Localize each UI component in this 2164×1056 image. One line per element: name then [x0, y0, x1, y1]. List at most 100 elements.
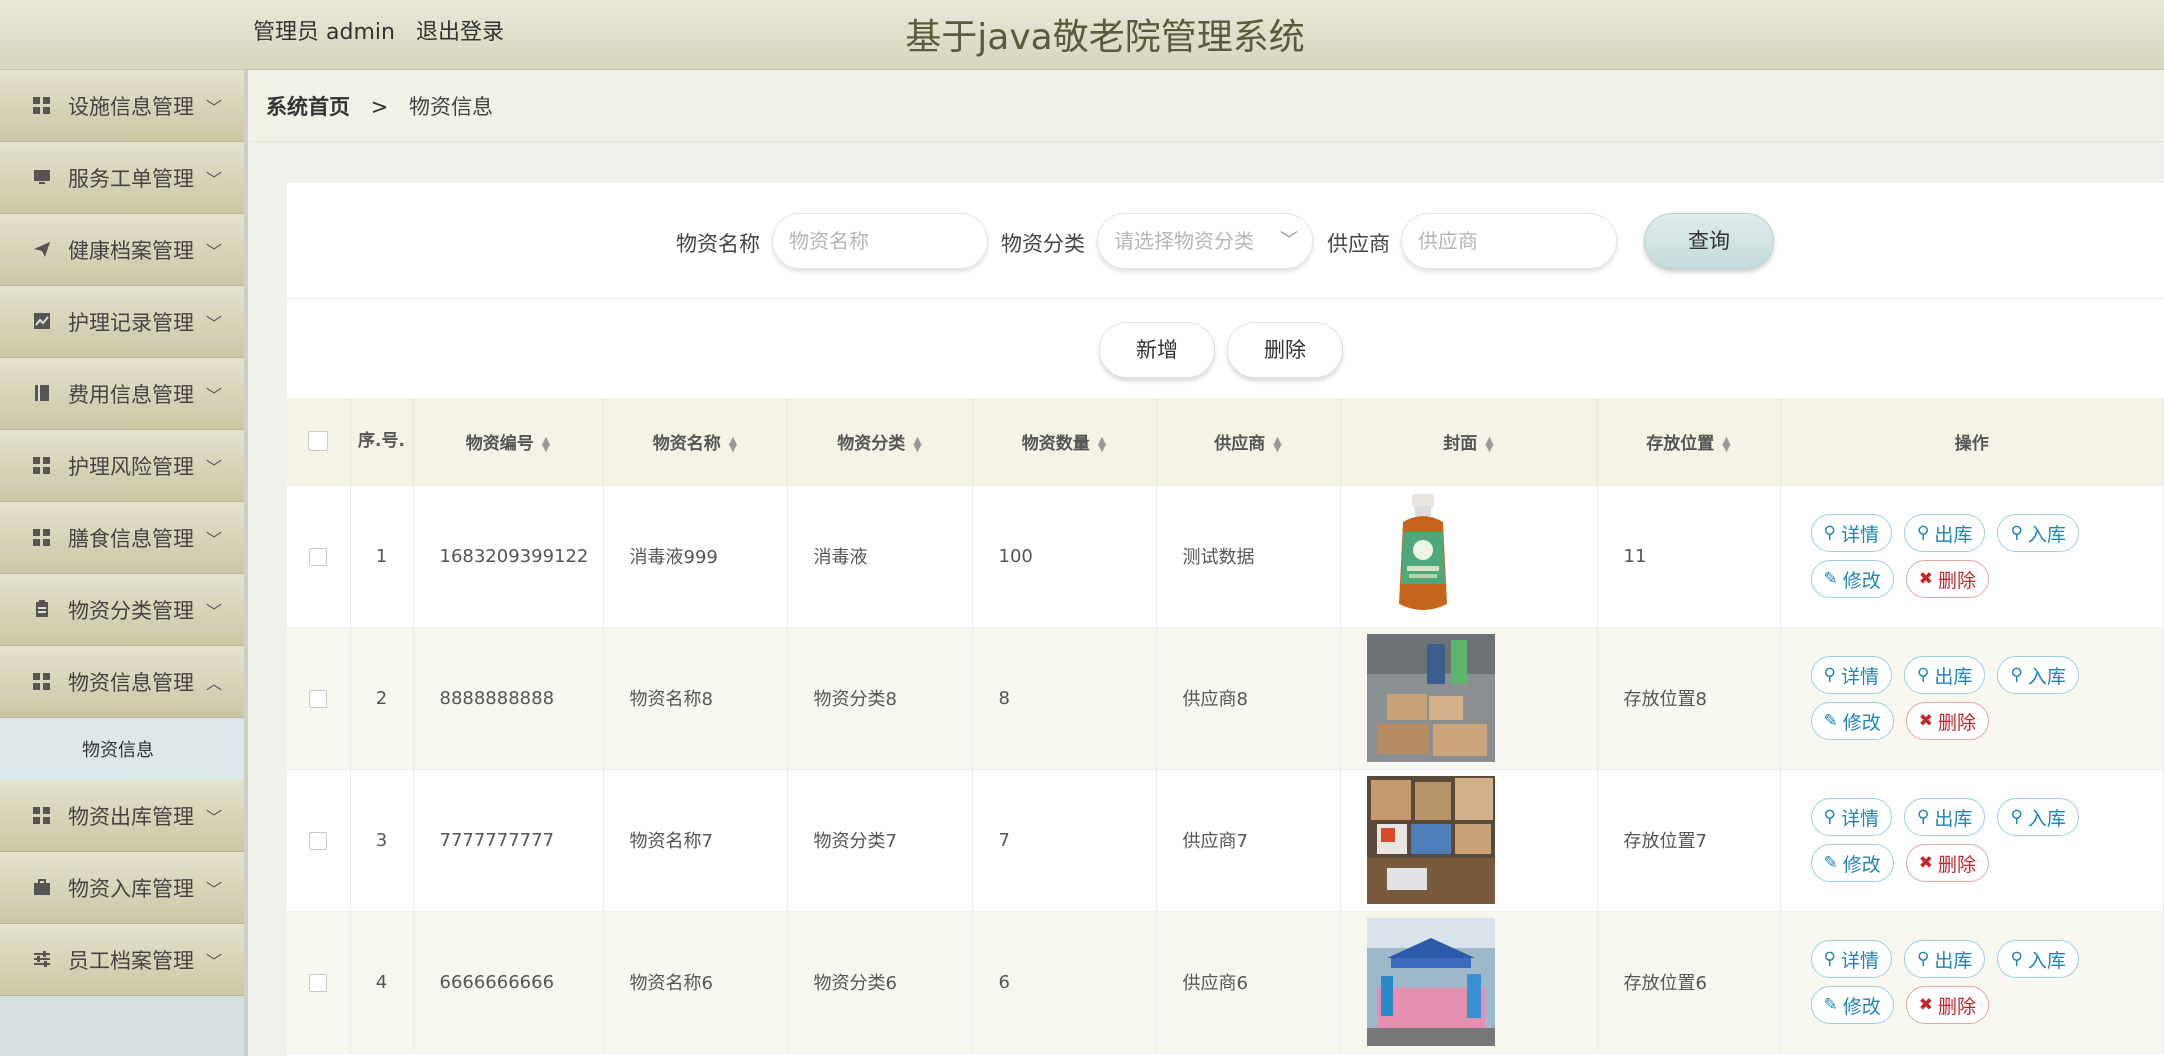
out-button[interactable]: ⚲ 出库: [1903, 656, 1986, 694]
cover-image-boxes-street[interactable]: [1366, 634, 1495, 762]
sidebar-item-staff-record[interactable]: 员工档案管理 ﹀: [0, 924, 244, 996]
chevron-down-icon: ﹀: [206, 602, 223, 621]
sidebar-item-label: 膳食信息管理: [68, 526, 194, 551]
supplier-label: 供应商: [1327, 232, 1390, 256]
sidebar-item-health-record[interactable]: 健康档案管理 ﹀: [0, 214, 244, 286]
grid-icon: [33, 807, 50, 824]
detail-button[interactable]: ⚲ 详情: [1810, 798, 1892, 836]
row-category: 物资分类6: [787, 911, 973, 1054]
col-qty[interactable]: 物资数量 ▲ ▼: [972, 398, 1157, 486]
row-category: 物资分类8: [787, 627, 973, 770]
row-supplier: 供应商6: [1156, 911, 1341, 1054]
delete-button[interactable]: ✖ 删除: [1905, 702, 1990, 740]
col-category[interactable]: 物资分类 ▲ ▼: [787, 398, 973, 486]
out-button[interactable]: ⚲ 出库: [1903, 940, 1986, 978]
sidebar-item-material-category[interactable]: 物资分类管理 ﹀: [0, 574, 244, 646]
col-cover[interactable]: 封面 ▲ ▼: [1340, 398, 1598, 486]
query-button[interactable]: 查询: [1644, 213, 1774, 269]
sidebar-item-nursing-record[interactable]: 护理记录管理 ﹀: [0, 286, 244, 358]
search-icon: ⚲: [2010, 949, 2023, 969]
out-button[interactable]: ⚲ 出库: [1903, 514, 1986, 552]
row-checkbox[interactable]: [309, 831, 328, 850]
sort-icon: ▲ ▼: [1722, 433, 1731, 454]
row-code: 8888888888: [413, 627, 604, 770]
chevron-down-icon: ﹀: [206, 170, 223, 189]
sort-icon: ▲ ▼: [1273, 433, 1282, 454]
col-code[interactable]: 物资编号 ▲ ▼: [413, 398, 604, 486]
in-button[interactable]: ⚲ 入库: [1997, 798, 2079, 836]
select-all-checkbox[interactable]: [308, 431, 329, 452]
row-checkbox[interactable]: [309, 689, 328, 708]
search-icon: ⚲: [2010, 665, 2023, 685]
row-index: 1: [350, 485, 414, 628]
search-icon: ⚲: [1916, 665, 1930, 685]
sidebar-item-material-out[interactable]: 物资出库管理 ﹀: [0, 780, 244, 852]
briefcase-icon: [32, 878, 52, 898]
category-select[interactable]: 请选择物资分类 ﹀: [1097, 213, 1313, 269]
sidebar-item-material-info[interactable]: 物资信息管理 ︿: [0, 646, 244, 718]
category-placeholder: 请选择物资分类: [1114, 229, 1254, 253]
in-button[interactable]: ⚲ 入库: [1997, 514, 2079, 552]
batch-delete-button[interactable]: 删除: [1227, 322, 1343, 378]
row-checkbox[interactable]: [309, 973, 328, 992]
row-ops: ⚲ 详情 ⚲ 出库 ⚲ 入库 ✎ 修改 ✖ 删除: [1780, 627, 2164, 770]
in-button[interactable]: ⚲ 入库: [1997, 656, 2079, 694]
sidebar-item-material-in[interactable]: 物资入库管理 ﹀: [0, 852, 244, 924]
sidebar-item-label: 健康档案管理: [68, 238, 194, 263]
row-location: 11: [1597, 485, 1781, 628]
sidebar-item-nursing-risk[interactable]: 护理风险管理 ﹀: [0, 430, 244, 502]
cover-image-boxes-shelf[interactable]: [1366, 776, 1495, 904]
detail-button[interactable]: ⚲ 详情: [1810, 940, 1892, 978]
row-qty: 7: [972, 769, 1157, 912]
out-button[interactable]: ⚲ 出库: [1903, 798, 1986, 836]
row-cover: [1340, 485, 1598, 628]
detail-button[interactable]: ⚲ 详情: [1810, 656, 1892, 694]
row-qty: 6: [972, 911, 1157, 1054]
sidebar-item-service-order[interactable]: 服务工单管理 ﹀: [0, 142, 244, 214]
supplier-input[interactable]: 供应商: [1401, 213, 1617, 269]
sort-icon: ▲ ▼: [1485, 433, 1494, 454]
cover-image-disinfectant-bottle[interactable]: [1366, 492, 1495, 620]
search-icon: ⚲: [1916, 807, 1930, 827]
row-index: 3: [350, 769, 414, 912]
send-icon: [32, 240, 52, 260]
detail-button[interactable]: ⚲ 详情: [1810, 514, 1892, 552]
breadcrumb-current: 物资信息: [408, 95, 493, 119]
edit-button[interactable]: ✎ 修改: [1810, 844, 1894, 882]
sidebar-item-facility[interactable]: 设施信息管理 ﹀: [0, 70, 244, 142]
add-button[interactable]: 新增: [1099, 322, 1215, 378]
sort-icon: ▲ ▼: [913, 433, 922, 454]
grid-icon: [33, 457, 50, 474]
edit-button[interactable]: ✎ 修改: [1810, 560, 1894, 598]
row-code: 6666666666: [413, 911, 604, 1054]
row-checkbox[interactable]: [309, 547, 328, 566]
search-icon: ⚲: [1823, 665, 1836, 685]
sidebar-item-fee[interactable]: 费用信息管理 ﹀: [0, 358, 244, 430]
row-cover: [1340, 911, 1598, 1054]
edit-button[interactable]: ✎ 修改: [1810, 702, 1894, 740]
breadcrumb-home[interactable]: 系统首页: [266, 95, 350, 119]
cover-image-tent-volunteers[interactable]: [1366, 918, 1495, 1046]
search-icon: ⚲: [1823, 949, 1836, 969]
chevron-up-icon: ︿: [206, 674, 223, 693]
close-icon: ✖: [1918, 711, 1934, 731]
name-label: 物资名称: [676, 232, 760, 256]
col-supplier[interactable]: 供应商 ▲ ▼: [1156, 398, 1341, 486]
submenu-material-info[interactable]: 物资信息: [0, 718, 244, 780]
sidebar-item-meal[interactable]: 膳食信息管理 ﹀: [0, 502, 244, 574]
search-icon: ⚲: [2010, 807, 2023, 827]
col-location[interactable]: 存放位置 ▲ ▼: [1597, 398, 1781, 486]
col-name[interactable]: 物资名称 ▲ ▼: [603, 398, 788, 486]
delete-button[interactable]: ✖ 删除: [1905, 844, 1990, 882]
search-icon: ⚲: [1823, 523, 1836, 543]
delete-button[interactable]: ✖ 删除: [1905, 986, 1990, 1024]
chevron-down-icon: ﹀: [206, 98, 223, 117]
name-input[interactable]: 物资名称: [772, 213, 988, 269]
row-index: 2: [350, 627, 414, 770]
delete-button[interactable]: ✖ 删除: [1905, 560, 1990, 598]
breadcrumb-separator: >: [370, 95, 389, 119]
chevron-down-icon: ﹀: [206, 242, 223, 261]
edit-button[interactable]: ✎ 修改: [1810, 986, 1894, 1024]
in-button[interactable]: ⚲ 入库: [1997, 940, 2079, 978]
row-supplier: 供应商7: [1156, 769, 1341, 912]
